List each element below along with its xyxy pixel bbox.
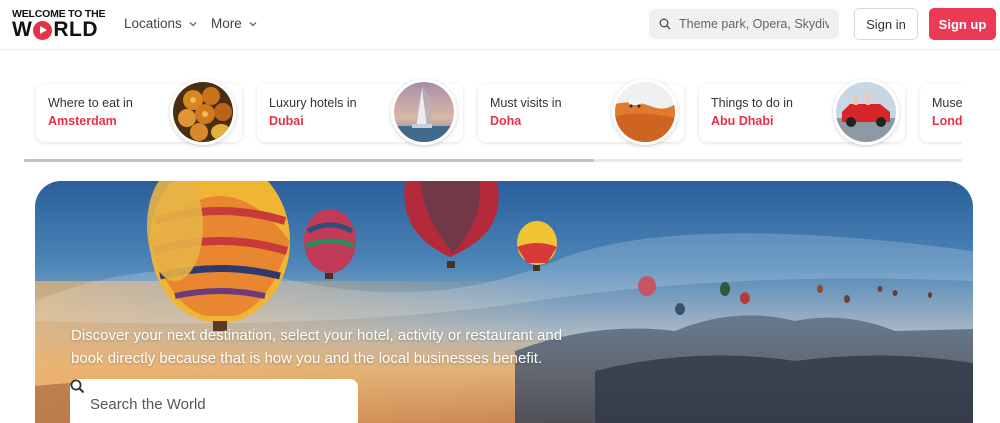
- sign-up-button[interactable]: Sign up: [929, 8, 996, 40]
- card-label: Museums in: [932, 96, 962, 110]
- carousel-scroll-thumb[interactable]: [24, 159, 594, 162]
- category-card[interactable]: Things to do in Abu Dhabi: [699, 79, 905, 145]
- logo-letter: W: [12, 18, 33, 41]
- card-city: Amsterdam: [48, 114, 117, 128]
- hero-banner: Discover your next destination, select y…: [35, 181, 973, 423]
- card-label: Things to do in: [711, 96, 793, 110]
- category-card[interactable]: Must visits in Doha: [478, 79, 684, 145]
- logo-letters: RLD: [53, 18, 98, 41]
- nav-more-label: More: [211, 16, 242, 31]
- hero-search-box[interactable]: [70, 379, 358, 423]
- site-logo[interactable]: WELCOME TO THE W RLD: [12, 8, 105, 41]
- category-carousel: Where to eat in Amsterdam Luxury hotels …: [24, 78, 962, 148]
- chevron-down-icon: [249, 21, 257, 26]
- sign-in-button[interactable]: Sign in: [854, 8, 918, 40]
- card-city: Dubai: [269, 114, 304, 128]
- search-icon: [659, 18, 671, 30]
- card-label: Where to eat in: [48, 96, 133, 110]
- card-label: Must visits in: [490, 96, 562, 110]
- desert-dunes-thumbnail: [612, 79, 678, 145]
- card-city: Doha: [490, 114, 522, 128]
- play-icon: [33, 20, 53, 40]
- category-card[interactable]: Where to eat in Amsterdam: [36, 79, 242, 145]
- logo-wordmark: W RLD: [12, 19, 98, 41]
- chevron-down-icon: [189, 21, 197, 26]
- food-thumbnail: [170, 79, 236, 145]
- category-card[interactable]: Luxury hotels in Dubai: [257, 79, 463, 145]
- header-search[interactable]: [649, 9, 839, 39]
- hero-tagline: Discover your next destination, select y…: [71, 327, 563, 367]
- hero-search-input[interactable]: [90, 395, 310, 413]
- card-city: Abu Dhabi: [711, 114, 774, 128]
- header-search-input[interactable]: [679, 17, 829, 31]
- card-label: Luxury hotels in: [269, 96, 357, 110]
- burj-al-arab-thumbnail: [391, 79, 457, 145]
- red-car-thumbnail: [833, 79, 899, 145]
- nav-more-dropdown[interactable]: More: [211, 16, 258, 31]
- card-city: London: [932, 114, 962, 128]
- nav-locations-dropdown[interactable]: Locations: [124, 16, 198, 31]
- search-icon: [70, 379, 85, 394]
- nav-locations-label: Locations: [124, 16, 182, 31]
- category-card[interactable]: Museums in London: [920, 84, 962, 142]
- top-navbar: WELCOME TO THE WRLD Locations More Sign …: [0, 0, 1000, 50]
